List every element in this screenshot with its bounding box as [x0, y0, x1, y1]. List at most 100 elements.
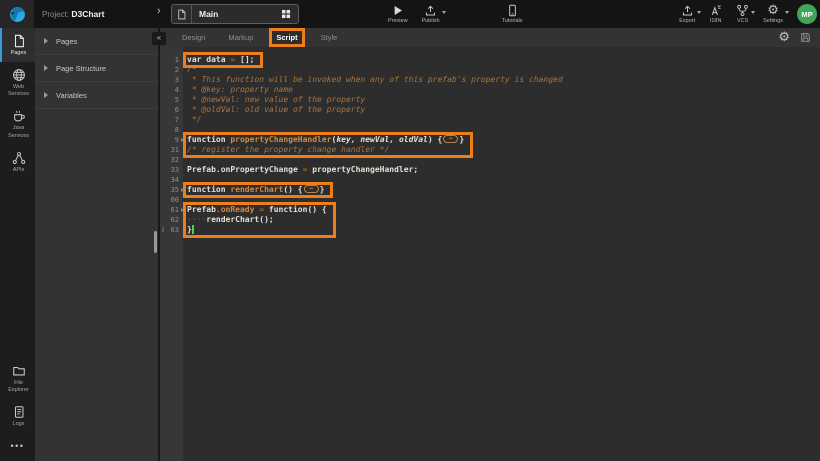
topbar-publish-button[interactable]: Publish [415, 0, 447, 28]
folded-code-pill-icon[interactable]: ↔ [304, 185, 319, 193]
code-line-33[interactable]: 33Prefab.onPropertyChange = propertyChan… [160, 165, 820, 175]
line-number[interactable]: 5 [160, 95, 183, 105]
code-token: function [187, 135, 230, 144]
ide-window: Project: D3Chart › Main PreviewPublishTu… [0, 0, 820, 461]
triangle-right-icon [44, 65, 48, 71]
sidebar-item-pages[interactable]: Pages [0, 28, 35, 62]
code-token: * @newVal: new value of the property [187, 95, 365, 104]
code-line-9[interactable]: 9function propertyChangeHandler(key, new… [160, 135, 820, 145]
topbar-tutorials-button[interactable]: Tutorials [495, 0, 530, 28]
line-number[interactable]: 7 [160, 115, 183, 125]
top-bar: Project: D3Chart › Main PreviewPublishTu… [0, 0, 820, 28]
code-line-62[interactable]: 62····renderChart(); [160, 215, 820, 225]
code-line-8[interactable]: 8 [160, 125, 820, 135]
code-editor[interactable]: 1var data = [];2/*3 * This function will… [160, 47, 820, 461]
code-line-31[interactable]: 31/* register the property change handle… [160, 145, 820, 155]
code-line-1[interactable]: 1var data = []; [160, 55, 820, 65]
code-line-34[interactable]: 34 [160, 175, 820, 185]
line-number[interactable]: 34 [160, 175, 183, 185]
topbar-vcs-button[interactable]: VCS [729, 0, 756, 28]
sidebar-item-label: Java Services [4, 125, 34, 139]
code-line-5[interactable]: 5 * @newVal: new value of the property [160, 95, 820, 105]
code-line-61[interactable]: 61Prefab.onReady = function() { [160, 205, 820, 215]
sidebar-item-label: Logs [4, 421, 34, 428]
topbar-action-label: Publish [422, 18, 440, 24]
user-avatar[interactable]: MP [797, 4, 817, 24]
panel-section-variables[interactable]: Variables [35, 82, 158, 109]
topbar-action-label: Tutorials [502, 18, 523, 24]
triangle-right-icon [44, 92, 48, 98]
sidebar-item-web-services[interactable]: Web Services [0, 62, 35, 103]
logs-icon [12, 405, 26, 419]
tab-script[interactable]: Script [272, 31, 301, 44]
topbar-i18n-button[interactable]: I18N [702, 0, 729, 28]
sidebar-item-logs[interactable]: Logs [0, 399, 35, 433]
code-token: */ [187, 115, 201, 124]
sidebar-item-label: Pages [4, 50, 34, 57]
project-name: D3Chart [71, 9, 104, 19]
line-number[interactable]: 62 [160, 215, 183, 225]
line-number-text: 8 [175, 125, 183, 135]
topbar-settings-button[interactable]: ⚙Settings [756, 0, 790, 28]
line-number[interactable]: 8 [160, 125, 183, 135]
line-number-text: 4 [175, 85, 183, 95]
line-number[interactable]: 35 [160, 185, 183, 195]
line-number[interactable]: i63 [160, 225, 183, 235]
panel-section-page-structure[interactable]: Page Structure [35, 55, 158, 82]
sidebar-item-file-explorer[interactable]: File Explorer [0, 358, 35, 399]
code-line-60[interactable]: 60 [160, 195, 820, 205]
code-line-35[interactable]: 35function renderChart() {↔} [160, 185, 820, 195]
editor-settings-gear-icon[interactable]: ⚙ [778, 31, 790, 44]
save-icon[interactable] [800, 32, 811, 43]
code-lines: 1var data = [];2/*3 * This function will… [160, 55, 820, 235]
line-number[interactable]: 2 [160, 65, 183, 75]
api-icon [12, 151, 26, 165]
line-number-text: 7 [175, 115, 183, 125]
code-line-3[interactable]: 3 * This function will be invoked when a… [160, 75, 820, 85]
page-file-icon [172, 5, 192, 23]
code-line-7[interactable]: 7 */ [160, 115, 820, 125]
code-token: * This function will be invoked when any… [187, 75, 563, 84]
fold-arrow-icon[interactable] [181, 138, 184, 142]
line-number[interactable]: 61 [160, 205, 183, 215]
folded-code-pill-icon[interactable]: ↔ [443, 135, 458, 143]
wavemaker-logo[interactable] [0, 0, 34, 28]
code-line-text: /* [183, 65, 197, 75]
panel-section-pages[interactable]: Pages [35, 28, 158, 55]
fold-arrow-icon[interactable] [181, 188, 184, 192]
sidebar-item-apis[interactable]: APIs [0, 145, 35, 179]
line-number[interactable]: 31 [160, 145, 183, 155]
code-line-63[interactable]: i63} [160, 225, 820, 235]
code-line-4[interactable]: 4 * @key: property name [160, 85, 820, 95]
editor-toolbar: ⚙ [778, 28, 811, 47]
fold-arrow-icon[interactable] [181, 208, 184, 212]
code-token: = [230, 55, 240, 64]
line-number[interactable]: 33 [160, 165, 183, 175]
topbar-preview-button[interactable]: Preview [381, 0, 415, 28]
panel-scrollbar-thumb[interactable] [154, 231, 157, 253]
tab-style[interactable]: Style [317, 31, 342, 44]
line-number[interactable]: 32 [160, 155, 183, 165]
sidebar-item-java-services[interactable]: Java Services [0, 103, 35, 144]
line-number[interactable]: 4 [160, 85, 183, 95]
topbar-action-label: I18N [710, 18, 722, 24]
code-line-32[interactable]: 32 [160, 155, 820, 165]
line-number[interactable]: 6 [160, 105, 183, 115]
code-line-6[interactable]: 6 * @oldVal: old value of the property [160, 105, 820, 115]
panel-collapse-button[interactable]: « [152, 32, 166, 45]
code-line-text: * This function will be invoked when any… [183, 75, 563, 85]
line-number[interactable]: 9 [160, 135, 183, 145]
topbar-export-button[interactable]: Export [672, 0, 702, 28]
layout-grid-icon[interactable] [274, 5, 298, 23]
code-line-text: } [183, 225, 194, 235]
tab-markup[interactable]: Markup [224, 31, 257, 44]
line-number[interactable]: 1 [160, 55, 183, 65]
code-line-2[interactable]: 2/* [160, 65, 820, 75]
line-number[interactable]: 3 [160, 75, 183, 85]
sidebar-more-button[interactable]: ••• [0, 433, 35, 461]
tab-design[interactable]: Design [178, 31, 209, 44]
open-page-tab-main[interactable]: Main [171, 4, 299, 24]
code-line-text: */ [183, 115, 201, 125]
pages-panel: PagesPage StructureVariables [35, 28, 160, 461]
line-number[interactable]: 60 [160, 195, 183, 205]
